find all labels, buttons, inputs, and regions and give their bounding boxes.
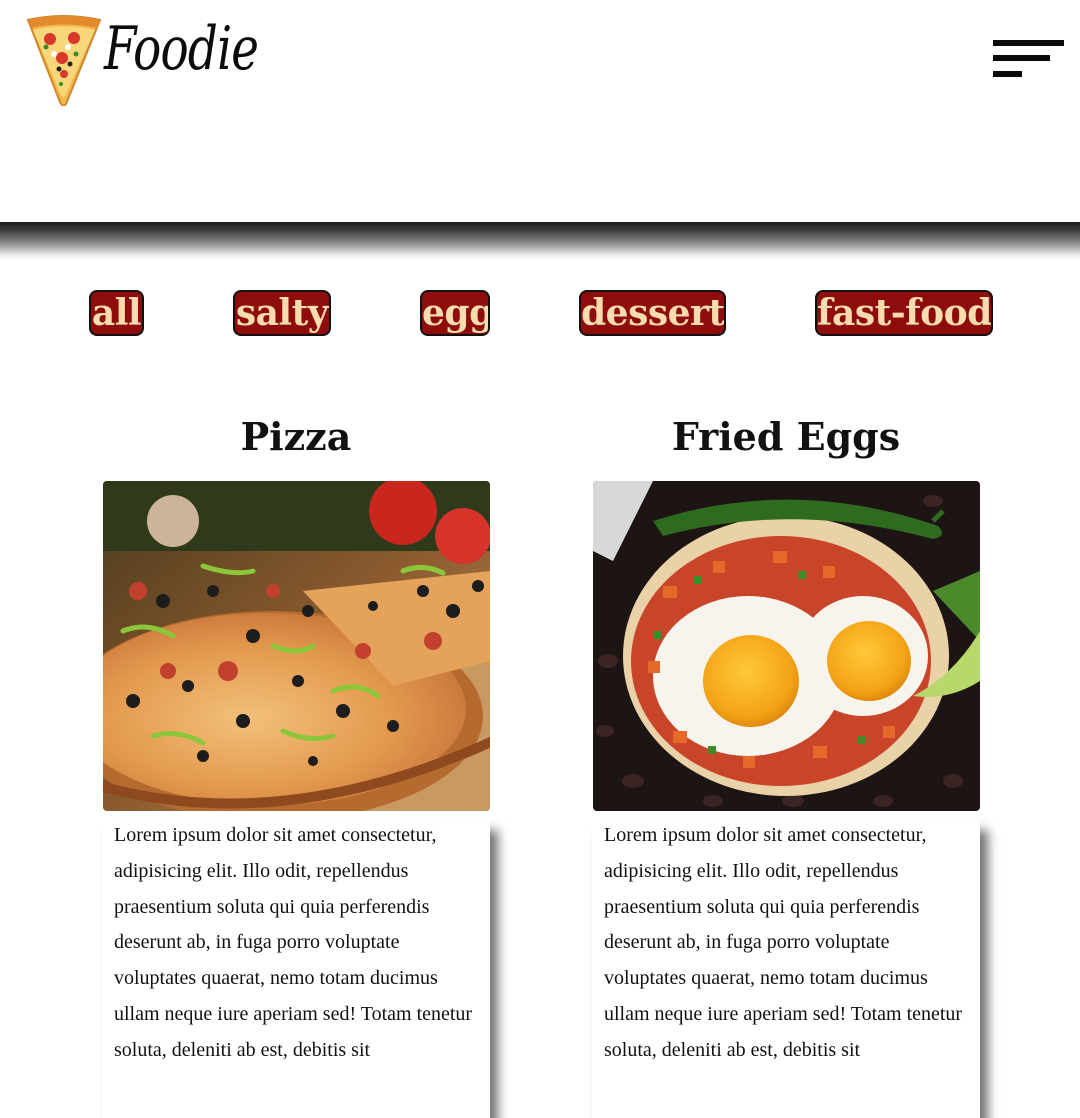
header-shadow [0, 222, 1080, 260]
pizza-slice-icon [24, 14, 102, 107]
card-description: Lorem ipsum dolor sit amet consectetur, … [114, 824, 473, 1061]
card-description: Lorem ipsum dolor sit amet consectetur, … [604, 824, 963, 1061]
card-description-box: Lorem ipsum dolor sit amet consectetur, … [102, 818, 490, 1118]
filter-salty-button[interactable]: salty [233, 290, 331, 336]
food-card: Pizza Lorem ipsum dolor sit amet consect… [102, 400, 490, 1118]
pizza-photo [103, 481, 490, 811]
card-description-box: Lorem ipsum dolor sit amet consectetur, … [592, 818, 980, 1118]
menu-line [993, 71, 1022, 77]
filter-egg-button[interactable]: egg [420, 290, 490, 336]
fried-eggs-photo [593, 481, 980, 811]
menu-line [993, 40, 1064, 46]
filter-fast-food-button[interactable]: fast-food [815, 290, 993, 336]
card-title: Fried Eggs [671, 414, 901, 459]
site-header: Foodie [0, 0, 1080, 224]
filter-bar: all salty egg dessert fast-food [0, 290, 1080, 342]
filter-all-button[interactable]: all [89, 290, 144, 336]
filter-dessert-button[interactable]: dessert [579, 290, 726, 336]
logo-text: Foodie [104, 14, 259, 84]
menu-button[interactable] [986, 30, 1070, 86]
logo-link[interactable]: Foodie [20, 12, 259, 108]
food-card: Fried Eggs Lorem ipsum dolor sit amet co… [592, 400, 980, 1118]
card-title: Pizza [240, 414, 352, 459]
hamburger-menu-icon [986, 30, 1070, 86]
menu-line [993, 55, 1050, 61]
